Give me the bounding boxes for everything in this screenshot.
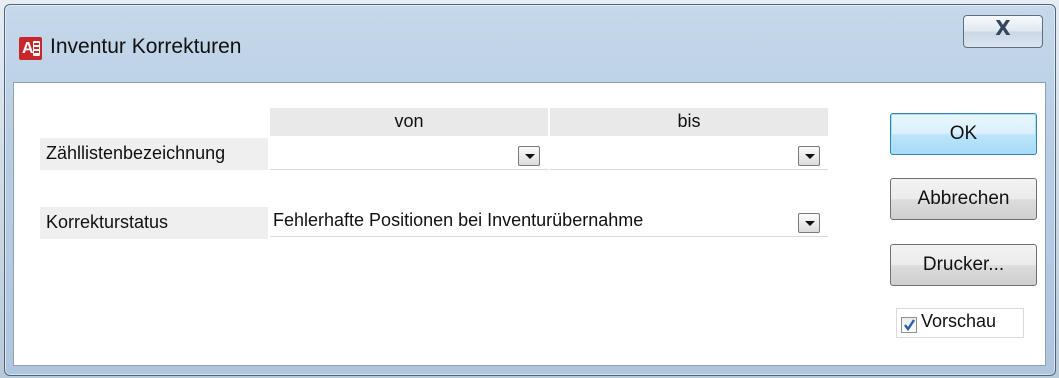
ok-button[interactable]: OK xyxy=(890,113,1037,155)
chevron-down-icon[interactable] xyxy=(518,146,540,166)
dialog-client-area: von bis Zähllistenbezeichnung Korrekturs… xyxy=(13,82,1046,366)
count-list-from-combo[interactable] xyxy=(270,138,548,170)
close-button[interactable]: X xyxy=(963,15,1043,48)
cancel-button[interactable]: Abbrechen xyxy=(890,178,1037,220)
printer-button[interactable]: Drucker... xyxy=(890,244,1037,286)
count-list-to-combo[interactable] xyxy=(550,138,828,170)
correction-status-combo[interactable]: Fehlerhafte Positionen bei Inventurübern… xyxy=(270,205,828,237)
correction-status-value: Fehlerhafte Positionen bei Inventurübern… xyxy=(273,210,644,230)
checkmark-icon xyxy=(904,319,915,332)
window-title: Inventur Korrekturen xyxy=(50,35,242,58)
app-icon-pages xyxy=(33,41,40,56)
correction-status-label: Korrekturstatus xyxy=(40,207,268,239)
access-app-icon: A xyxy=(19,37,42,60)
close-icon: X xyxy=(995,16,1011,40)
column-header-to: bis xyxy=(550,108,828,136)
chevron-down-icon[interactable] xyxy=(798,146,820,166)
chevron-down-icon[interactable] xyxy=(798,213,820,233)
app-icon-letter: A xyxy=(22,40,34,57)
count-list-label: Zähllistenbezeichnung xyxy=(40,138,268,170)
dialog-window: A Inventur Korrekturen X von bis Zähllis… xyxy=(4,4,1056,376)
preview-checkbox-container[interactable]: Vorschau xyxy=(896,308,1024,338)
title-bar[interactable]: A Inventur Korrekturen X xyxy=(5,5,1055,83)
column-header-from: von xyxy=(270,108,548,136)
preview-checkbox-label: Vorschau xyxy=(921,311,997,331)
preview-checkbox[interactable] xyxy=(901,317,917,333)
